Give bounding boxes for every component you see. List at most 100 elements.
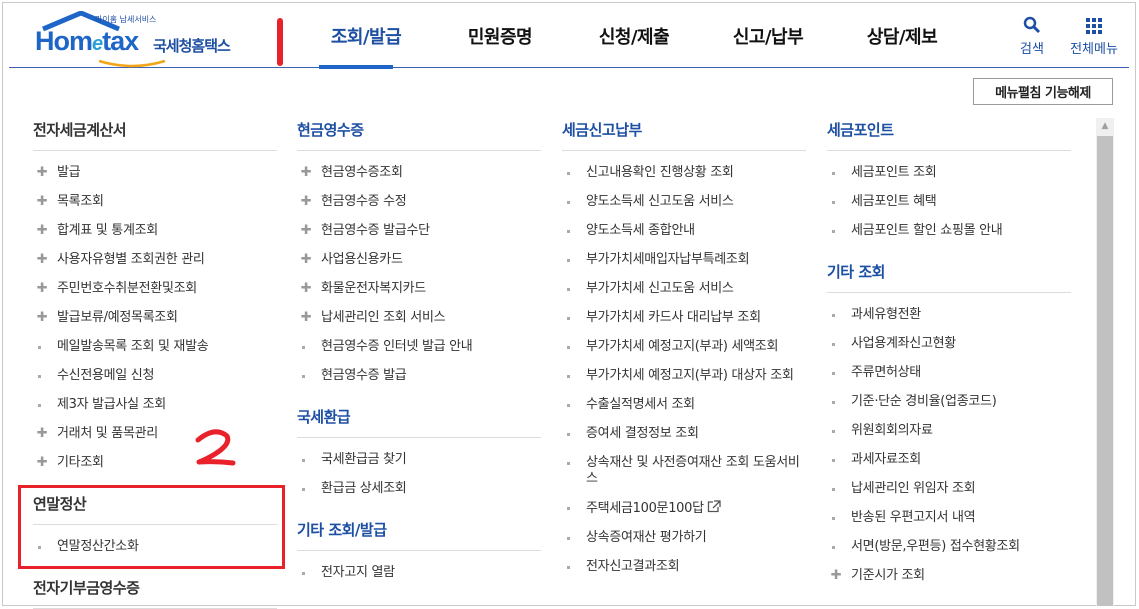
menu-item[interactable]: 과세자료조회 [827,446,1071,475]
menu-item[interactable]: 현금영수증 발급 [297,362,541,391]
menu-item[interactable]: 수출실적명세서 조회 [562,391,806,420]
menu-item[interactable]: ✚ 사용자유형별 조회권한 관리 [33,246,277,275]
menu-item[interactable]: ✚ 사업용신용카드 [297,246,541,275]
nav-tab-application[interactable]: 신청/제출 [567,6,701,68]
menu-item[interactable]: 제3자 발급사실 조회 [33,391,277,420]
menu-item[interactable]: 반송된 우편고지서 내역 [827,504,1071,533]
header: 마이홈 납세서비스 Hometax 국세청홈택스 조회/발급 민원증명 신청/제… [9,6,1129,69]
plus-expand-icon: ✚ [36,252,48,267]
menu-column-3: 세금신고납부신고내용확인 진행상황 조회 양도소득세 신고도움 서비스 양도소득세 … [562,118,806,582]
menu-item-label: 부가가치세 예정고지(부과) 대상자 조회 [586,368,794,383]
menu-item[interactable]: 납세관리인 위임자 조회 [827,475,1071,504]
menu-item[interactable]: 부가가치세 예정고지(부과) 대상자 조회 [562,362,806,391]
bullet-icon [832,488,835,491]
menu-item[interactable]: ✚ 거래처 및 품목관리 [33,420,277,449]
menu-item-label: 과세자료조회 [851,452,921,467]
menu-item-label: 주류면허상태 [851,365,921,380]
menu-item-label: 거래처 및 품목관리 [57,426,158,441]
menu-item-label: 현금영수증 발급수단 [321,223,430,238]
nav-tab-filing[interactable]: 신고/납부 [701,6,835,68]
scroll-up-arrow-icon[interactable]: ▲ [1096,118,1114,134]
menu-item[interactable]: 전자신고결과조회 [562,553,806,582]
menu-item[interactable]: 부가가치세 예정고지(부과) 세액조회 [562,333,806,362]
menu-item[interactable]: 위원회회의자료 [827,417,1071,446]
menu-item[interactable]: 과세유형전환 [827,301,1071,330]
menu-item[interactable]: 메일발송목록 조회 및 재발송 [33,333,277,362]
menu-item-label: 상속재산 및 사전증여재산 조회 도움서비스 [586,455,800,486]
menu-item-label: 기준시가 조회 [851,568,925,583]
plus-expand-icon: ✚ [36,455,48,470]
menu-item[interactable]: ✚ 현금영수증 수정 [297,188,541,217]
bullet-icon [567,259,570,262]
menu-item[interactable]: ✚ 발급 [33,159,277,188]
menu-item[interactable]: 상속재산 및 사전증여재산 조회 도움서비스 [562,449,806,494]
menu-item-label: 전자신고결과조회 [586,559,680,574]
menu-item-label: 국세환급금 찾기 [321,452,407,467]
menu-item[interactable]: 양도소득세 신고도움 서비스 [562,188,806,217]
menu-item[interactable]: ✚ 기준시가 조회 [827,562,1071,591]
menu-item[interactable]: 세금포인트 조회 [827,159,1071,188]
menu-item-label: 사업용신용카드 [321,252,403,267]
nav-tab-certificates[interactable]: 민원증명 [433,6,567,68]
menu-item[interactable]: ✚ 현금영수증 발급수단 [297,217,541,246]
menu-item[interactable]: 세금포인트 혜택 [827,188,1071,217]
section-title[interactable]: 세금신고납부 [562,118,806,151]
menu-column-2: 현금영수증 ✚ 현금영수증조회 ✚ 현금영수증 수정 ✚ 현금영수증 발급수단 ✚ 사업용신용카… [297,118,541,588]
menu-item[interactable]: 세금포인트 할인 쇼핑몰 안내 [827,217,1071,246]
menu-item[interactable]: 주류면허상태 [827,359,1071,388]
menu-item[interactable]: 주택세금100문100답 [562,494,806,524]
menu-item-label: 세금포인트 조회 [851,165,937,180]
menu-item[interactable]: 신고내용확인 진행상황 조회 [562,159,806,188]
menu-item[interactable]: ✚ 주민번호수취분전환및조회 [33,275,277,304]
menu-item[interactable]: ✚ 목록조회 [33,188,277,217]
menu-item[interactable]: ✚ 합계표 및 통계조회 [33,217,277,246]
section-title[interactable]: 전자기부금영수증 [33,576,277,609]
section-title[interactable]: 기타 조회 [827,260,1071,293]
handwritten-two-icon [195,429,236,466]
section-title[interactable]: 세금포인트 [827,118,1071,151]
menu-item[interactable]: ✚ 납세관리인 조회 서비스 [297,304,541,333]
menu-item[interactable]: 환급금 상세조회 [297,475,541,504]
full-menu-button[interactable]: 전체메뉴 [1064,16,1124,57]
menu-item[interactable]: ✚ 현금영수증조회 [297,159,541,188]
nav-tab-inquiry[interactable]: 조회/발급 [299,6,433,69]
menu-list: 전자고지 열람 [297,551,541,588]
menu-item[interactable]: 수신전용메일 신청 [33,362,277,391]
menu-fold-toggle-button[interactable]: 메뉴펼침 기능해제 [973,78,1113,105]
menu-item[interactable]: 국세환급금 찾기 [297,446,541,475]
scrollbar-thumb[interactable] [1097,136,1113,606]
section-title[interactable]: 현금영수증 [297,118,541,151]
menu-item[interactable]: ✚ 발급보류/예정목록조회 [33,304,277,333]
menu-item[interactable]: 양도소득세 종합안내 [562,217,806,246]
section-title[interactable]: 기타 조회/발급 [297,518,541,551]
menu-item[interactable]: 전자고지 열람 [297,559,541,588]
bullet-icon [567,230,570,233]
section-title[interactable]: 국세환급 [297,405,541,438]
menu-item-label: 화물운전자복지카드 [321,281,426,296]
menu-item-label: 위원회회의자료 [851,423,933,438]
menu-item[interactable]: 증여세 결정정보 조회 [562,420,806,449]
menu-item[interactable]: 현금영수증 인터넷 발급 안내 [297,333,541,362]
search-button[interactable]: 검색 [1012,16,1052,57]
external-link-icon[interactable] [704,500,721,516]
menu-item-label: 납세관리인 조회 서비스 [321,310,446,325]
menu-item[interactable]: ✚ 화물운전자복지카드 [297,275,541,304]
scrollbar[interactable]: ▲ [1096,118,1114,606]
menu-item[interactable]: 기준·단순 경비율(업종코드) [827,388,1071,417]
nav-tab-consult[interactable]: 상담/제보 [835,6,969,68]
section-title[interactable]: 전자세금계산서 [33,118,277,151]
menu-item[interactable]: 서면(방문,우편등) 접수현황조회 [827,533,1071,562]
full-menu-label: 전체메뉴 [1070,42,1118,57]
hometax-logo[interactable]: 마이홈 납세서비스 Hometax 국세청홈택스 [35,11,250,68]
menu-item[interactable]: ✚ 기타조회 [33,449,277,478]
menu-item[interactable]: 상속증여재산 평가하기 [562,524,806,553]
plus-expand-icon: ✚ [36,223,48,238]
menu-item[interactable]: 부가가치세 신고도움 서비스 [562,275,806,304]
menu-item[interactable]: 사업용계좌신고현황 [827,330,1071,359]
menu-item[interactable]: 부가가치세매입자납부특례조회 [562,246,806,275]
menu-item-label: 부가가치세 카드사 대리납부 조회 [586,310,761,325]
bullet-icon [832,314,835,317]
plus-expand-icon: ✚ [36,281,48,296]
menu-item[interactable]: 부가가치세 카드사 대리납부 조회 [562,304,806,333]
